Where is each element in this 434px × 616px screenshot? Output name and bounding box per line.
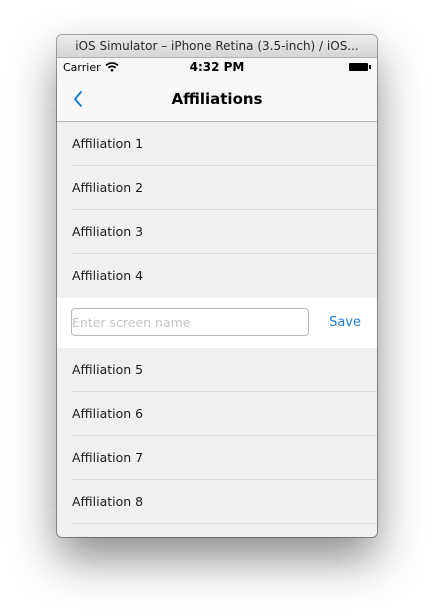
battery-icon bbox=[349, 63, 371, 71]
screen-name-edit-row: Save bbox=[57, 298, 377, 348]
status-time: 4:32 PM bbox=[189, 60, 245, 74]
list-item[interactable]: Affiliation 4 bbox=[57, 254, 377, 298]
list-item[interactable]: Affiliation 3 bbox=[57, 210, 377, 254]
navigation-bar: Affiliations bbox=[57, 78, 377, 122]
list-item[interactable]: Affiliation 6 bbox=[57, 392, 377, 436]
screen-name-input[interactable] bbox=[71, 308, 309, 336]
list-item[interactable]: Affiliation 8 bbox=[57, 480, 377, 524]
page-title: Affiliations bbox=[171, 90, 263, 108]
window-title: iOS Simulator – iPhone Retina (3.5-inch)… bbox=[57, 35, 377, 58]
list-item[interactable]: Affiliation 5 bbox=[57, 348, 377, 392]
list-item[interactable]: Affiliation 2 bbox=[57, 166, 377, 210]
status-bar: Carrier 4:32 PM bbox=[57, 58, 377, 78]
simulator-window: iOS Simulator – iPhone Retina (3.5-inch)… bbox=[57, 35, 377, 537]
list-item[interactable]: Affiliation 1 bbox=[57, 122, 377, 166]
save-button[interactable]: Save bbox=[329, 298, 361, 348]
list-item[interactable]: Affiliation 7 bbox=[57, 436, 377, 480]
affiliations-list: Affiliation 1 Affiliation 2 Affiliation … bbox=[57, 122, 377, 524]
